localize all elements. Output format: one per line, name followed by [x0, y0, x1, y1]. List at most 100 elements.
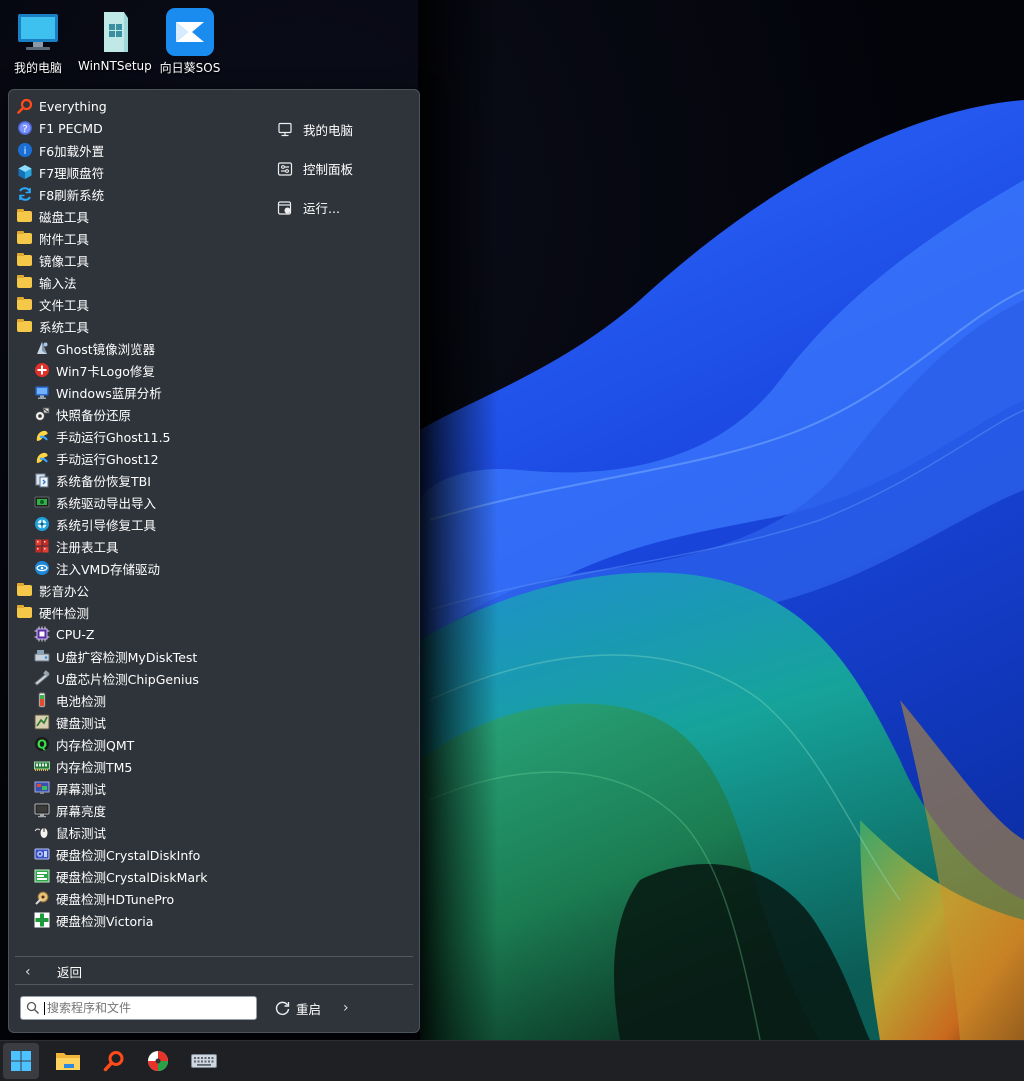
taskbar-keyboard[interactable] [186, 1043, 222, 1079]
vmd-icon [34, 560, 50, 576]
taskbar-file-explorer[interactable] [50, 1043, 86, 1079]
program-item[interactable]: 鼠标测试 [17, 821, 257, 843]
restart-button[interactable]: 重启 › [275, 997, 349, 1019]
program-item[interactable]: 磁盘工具 [17, 205, 257, 227]
program-item[interactable]: 文件工具 [17, 293, 257, 315]
program-item[interactable]: U盘扩容检测MyDiskTest [17, 645, 257, 667]
program-label: 键盘测试 [56, 715, 107, 731]
boot-repair-icon [34, 516, 50, 532]
program-item[interactable]: 硬盘检测HDTunePro [17, 887, 257, 909]
driver-icon [34, 494, 50, 510]
quick-link-run[interactable]: 运行... [277, 188, 407, 227]
program-item[interactable]: 注册表工具 [17, 535, 257, 557]
program-item[interactable]: 附件工具 [17, 227, 257, 249]
program-label: F7理顺盘符 [39, 165, 105, 181]
program-item[interactable]: Ghost镜像浏览器 [17, 337, 257, 359]
program-item[interactable]: 内存检测TM5 [17, 755, 257, 777]
quick-link-my-computer[interactable]: 我的电脑 [277, 110, 407, 149]
program-item[interactable]: 镜像工具 [17, 249, 257, 271]
program-item[interactable]: 快照备份还原 [17, 403, 257, 425]
keyboard-icon [191, 1054, 217, 1068]
program-label: Win7卡Logo修复 [56, 363, 155, 379]
victoria-icon [34, 912, 50, 928]
program-item[interactable]: 系统工具 [17, 315, 257, 337]
svg-text:i: i [24, 146, 27, 157]
program-item[interactable]: 手动运行Ghost11.5 [17, 425, 257, 447]
program-label: 系统工具 [39, 319, 90, 335]
refresh-icon [17, 186, 33, 202]
search-magnifier-icon [17, 98, 33, 114]
desktop-icon-my-computer[interactable]: 我的电脑 [2, 4, 74, 76]
battery-icon [34, 692, 50, 708]
quick-link-label: 控制面板 [303, 162, 354, 177]
program-label: 快照备份还原 [56, 407, 132, 423]
program-item[interactable]: 系统备份恢复TBI [17, 469, 257, 491]
usb-test-icon [34, 648, 50, 664]
program-item[interactable]: Windows蓝屏分析 [17, 381, 257, 403]
menu-divider [15, 984, 413, 985]
program-label: 磁盘工具 [39, 209, 90, 225]
program-item[interactable]: 输入法 [17, 271, 257, 293]
program-item[interactable]: 影音办公 [17, 579, 257, 601]
program-item[interactable]: 系统驱动导出导入 [17, 491, 257, 513]
program-item[interactable]: CPU-Z [17, 623, 257, 645]
program-item[interactable]: 屏幕亮度 [17, 799, 257, 821]
program-item[interactable]: 键盘测试 [17, 711, 257, 733]
sunflower-sos-icon [166, 8, 214, 56]
program-item[interactable]: 硬盘检测CrystalDiskInfo [17, 843, 257, 865]
program-item[interactable]: U盘芯片检测ChipGenius [17, 667, 257, 689]
program-item[interactable]: F8刷新系统 [17, 183, 257, 205]
program-item[interactable]: 手动运行Ghost12 [17, 447, 257, 469]
folder-icon [17, 604, 33, 620]
snapshot-icon [34, 406, 50, 422]
desktop-icon-winntsetup[interactable]: WinNTSetup [78, 4, 152, 73]
program-label: 手动运行Ghost12 [56, 451, 159, 467]
computer-icon [278, 122, 292, 136]
taskbar-disk-genius[interactable] [140, 1043, 176, 1079]
red-plus-icon [34, 362, 50, 378]
desktop-icon-sunflower-sos[interactable]: 向日葵SOS [154, 4, 226, 76]
program-item[interactable]: Everything [17, 95, 257, 117]
restart-label: 重启 [296, 1001, 322, 1017]
program-label: 文件工具 [39, 297, 90, 313]
program-item[interactable]: Win7卡Logo修复 [17, 359, 257, 381]
program-item[interactable]: 注入VMD存储驱动 [17, 557, 257, 579]
ghost-explorer-icon [34, 340, 50, 356]
program-item[interactable]: F7理顺盘符 [17, 161, 257, 183]
program-item[interactable]: 屏幕测试 [17, 777, 257, 799]
chevron-right-icon[interactable]: › [343, 1000, 349, 1016]
desktop-icon-label: WinNTSetup [78, 59, 152, 73]
program-item[interactable]: i F6加载外置 [17, 139, 257, 161]
quick-link-control-panel[interactable]: 控制面板 [277, 149, 407, 188]
search-box[interactable] [20, 996, 257, 1020]
program-item[interactable]: 硬盘检测CrystalDiskMark [17, 865, 257, 887]
program-label: F8刷新系统 [39, 187, 105, 203]
search-input[interactable] [47, 1001, 237, 1015]
program-item[interactable]: Q 内存检测QMT [17, 733, 257, 755]
ghost-icon [34, 450, 50, 466]
program-item[interactable]: 硬盘检测Victoria [17, 909, 257, 931]
run-icon [277, 200, 292, 215]
taskbar-everything[interactable] [96, 1043, 132, 1079]
program-item[interactable]: 系统引导修复工具 [17, 513, 257, 535]
program-label: 注入VMD存储驱动 [56, 561, 160, 577]
backup-icon [34, 472, 50, 488]
search-icon [26, 1001, 39, 1014]
folder-icon [17, 582, 33, 598]
bluescreen-icon [34, 384, 50, 400]
back-button[interactable]: ‹ 返回 [25, 962, 82, 981]
program-label: Windows蓝屏分析 [56, 385, 162, 401]
program-label: 手动运行Ghost11.5 [56, 429, 171, 445]
program-item[interactable]: ? F1 PECMD [17, 117, 257, 139]
help-icon: ? [17, 120, 33, 136]
monitor-icon [14, 8, 62, 56]
desktop-icon-label: 我的电脑 [13, 61, 62, 75]
quick-link-label: 运行... [303, 201, 340, 216]
taskbar-start-button[interactable] [3, 1043, 39, 1079]
program-item[interactable]: 硬件检测 [17, 601, 257, 623]
chevron-left-icon: ‹ [25, 963, 31, 980]
program-item[interactable]: 电池检测 [17, 689, 257, 711]
program-label: 系统引导修复工具 [56, 517, 157, 533]
screen-test-icon [34, 780, 50, 796]
program-label: Ghost镜像浏览器 [56, 341, 156, 357]
